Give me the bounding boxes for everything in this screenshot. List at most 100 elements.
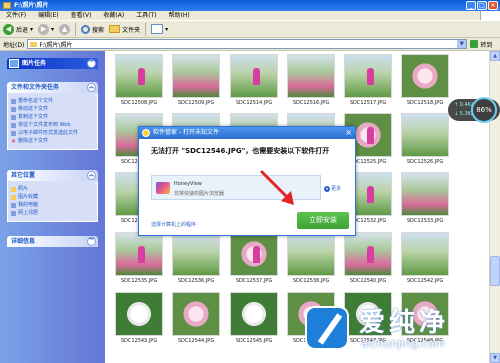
views-button[interactable]: ▾ — [151, 24, 168, 34]
thumbnail-item[interactable]: SDC12508.JPG — [111, 54, 167, 114]
app-manager-icon — [142, 129, 150, 137]
picture-tasks-panel: 图片任务 ︾ — [7, 58, 98, 69]
other-places-panel: 其它位置 ︽ 照片 图片收藏 我的电脑 网上邻居 — [7, 170, 98, 222]
forward-arrow-icon: ▶ — [38, 23, 50, 35]
thumbnail-caption: SDC12540.JPG — [349, 278, 387, 284]
task-label: 以电子邮件形式发送此文件 — [18, 130, 79, 136]
menu-help[interactable]: 帮助(H) — [163, 11, 196, 20]
install-button[interactable]: 立即安装 — [297, 212, 349, 229]
scroll-up-button[interactable]: ▲ — [490, 51, 500, 61]
task-label: 复制这个文件 — [18, 114, 49, 120]
thumbnail-item[interactable]: SDC12536.JPG — [168, 232, 224, 292]
thumbnail-image — [172, 292, 220, 336]
thumbnail-item[interactable]: SDC12544.JPG — [168, 292, 224, 352]
toolbar: ◀ 后退 ▾ ▶ ▾ ▲ 搜索 文件夹 ▾ — [0, 20, 500, 38]
task-publish-web[interactable]: 将这个文件发布到 Web — [11, 122, 94, 128]
place-my-pictures[interactable]: 图片收藏 — [11, 194, 94, 200]
task-label: 将这个文件发布到 Web — [18, 122, 71, 128]
scroll-thumb[interactable] — [490, 256, 500, 286]
more-button[interactable]: ▾ 更多 — [324, 185, 341, 192]
computer-icon — [11, 203, 16, 208]
task-email[interactable]: 以电子邮件形式发送此文件 — [11, 130, 94, 136]
panel-title: 其它位置 — [11, 172, 36, 179]
open-file-dialog: 软件管家 - 打开未知文件 × 无法打开 "SDC12546.JPG"，也需要安… — [138, 126, 356, 236]
thumbnail-item[interactable]: SDC12545.JPG — [226, 292, 282, 352]
search-button[interactable]: 搜索 — [81, 24, 104, 34]
window-title: F:\照片\照片 — [14, 2, 49, 9]
maximize-button[interactable]: □ — [477, 1, 487, 10]
back-button[interactable]: ◀ 后退 ▾ — [3, 23, 33, 35]
chevron-up-icon[interactable]: ︽ — [87, 171, 96, 180]
thumbnail-item[interactable]: SDC12538.JPG — [283, 232, 339, 292]
suggested-app[interactable]: HoneyView 非常快速的图片浏览器 — [151, 175, 321, 200]
windows-logo — [480, 11, 500, 20]
menu-edit[interactable]: 编辑(E) — [32, 11, 64, 20]
chevron-down-icon[interactable]: ︾ — [87, 59, 96, 68]
place-label: 照片 — [18, 186, 29, 192]
menu-file[interactable]: 文件(F) — [0, 11, 32, 20]
thumbnail-item[interactable]: SDC12533.JPG — [397, 172, 453, 232]
thumbnail-item[interactable]: SDC12514.JPG — [226, 54, 282, 114]
delete-icon: ✕ — [11, 138, 17, 145]
thumbnail-image — [344, 232, 392, 276]
task-label: 移动这个文件 — [18, 106, 49, 112]
thumbnail-item[interactable]: SDC12543.JPG — [111, 292, 167, 352]
details-header[interactable]: 详细信息 ︾ — [7, 236, 98, 247]
address-input[interactable]: F:\照片\照片 ▼ — [27, 39, 468, 49]
chevron-down-icon: ▾ — [51, 25, 55, 33]
chevron-up-icon[interactable]: ︽ — [87, 83, 96, 92]
dialog-close-button[interactable]: × — [345, 128, 352, 138]
go-label: 转到 — [480, 41, 493, 49]
folder-icon — [30, 41, 38, 47]
minimize-button[interactable]: _ — [466, 1, 476, 10]
go-button[interactable]: 转到 — [470, 40, 492, 49]
task-copy[interactable]: 复制这个文件 — [11, 114, 94, 120]
picture-tasks-header[interactable]: 图片任务 ︾ — [7, 58, 98, 69]
file-tasks-header[interactable]: 文件和文件夹任务 ︽ — [7, 82, 98, 93]
thumbnail-image — [115, 54, 163, 98]
thumbnail-item[interactable]: SDC12516.JPG — [283, 54, 339, 114]
menu-tools[interactable]: 工具(T) — [130, 11, 162, 20]
place-network[interactable]: 网上邻居 — [11, 210, 94, 216]
place-photos[interactable]: 照片 — [11, 186, 94, 192]
close-button[interactable]: × — [488, 1, 498, 10]
photo-subject — [367, 68, 374, 85]
app-name: HoneyView — [174, 181, 202, 187]
thumbnail-caption: SDC12535.JPG — [120, 278, 158, 284]
folders-button[interactable]: 文件夹 — [109, 25, 140, 34]
thumbnail-item[interactable]: SDC12537.JPG — [226, 232, 282, 292]
thumbnail-caption: SDC12516.JPG — [292, 100, 330, 106]
panel-title: 图片任务 — [22, 60, 47, 67]
thumbnail-caption: SDC12508.JPG — [120, 100, 158, 106]
task-delete[interactable]: ✕ 删除这个文件 — [11, 138, 94, 145]
chevron-down-icon: ▾ — [165, 25, 169, 33]
dialog-heading: 无法打开 "SDC12546.JPG"，也需要安装以下软件打开 — [151, 147, 330, 155]
thumbnail-item[interactable]: SDC12542.JPG — [397, 232, 453, 292]
thumbnail-caption: SDC12545.JPG — [235, 338, 273, 344]
thumbnail-item[interactable]: SDC12535.JPG — [111, 232, 167, 292]
task-move[interactable]: 移动这个文件 — [11, 106, 94, 112]
thumbnail-item[interactable]: SDC12518.JPG — [397, 54, 453, 114]
thumbnail-caption: SDC12538.JPG — [292, 278, 330, 284]
memory-usage-gauge[interactable]: 86% — [471, 97, 497, 123]
menu-favorites[interactable]: 收藏(A) — [97, 11, 130, 20]
address-dropdown-button[interactable]: ▼ — [457, 40, 467, 48]
other-places-header[interactable]: 其它位置 ︽ — [7, 170, 98, 181]
up-folder-button[interactable]: ▲ — [59, 23, 71, 35]
menu-view[interactable]: 查看(V) — [65, 11, 98, 20]
choose-program-link[interactable]: 选择计算机上的程序 — [151, 221, 196, 228]
thumbnail-item[interactable]: SDC12517.JPG — [340, 54, 396, 114]
photo-subject — [253, 68, 260, 85]
watermark: 爱纯净 aichunjing.com — [305, 300, 500, 363]
place-my-computer[interactable]: 我的电脑 — [11, 202, 94, 208]
thumbnail-image — [401, 54, 449, 98]
thumbnail-item[interactable]: SDC12540.JPG — [340, 232, 396, 292]
thumbnail-item[interactable]: SDC12509.JPG — [168, 54, 224, 114]
honeyview-logo-icon — [156, 182, 170, 194]
task-rename[interactable]: 重命名这个文件 — [11, 98, 94, 104]
thumbnail-caption: SDC12537.JPG — [235, 278, 273, 284]
chevron-down-icon[interactable]: ︾ — [87, 237, 96, 246]
forward-button[interactable]: ▶ ▾ — [38, 23, 55, 35]
thumbnail-caption: SDC12544.JPG — [177, 338, 215, 344]
thumbnail-item[interactable]: SDC12526.JPG — [397, 113, 453, 173]
